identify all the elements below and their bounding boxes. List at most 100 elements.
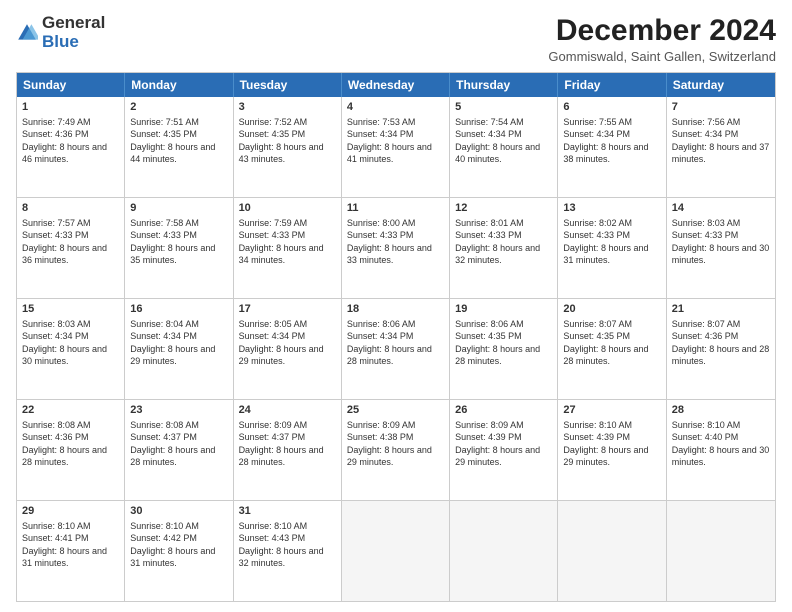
calendar-row: 22Sunrise: 8:08 AM Sunset: 4:36 PM Dayli… — [17, 399, 775, 500]
day-number: 4 — [347, 100, 444, 115]
day-info: Sunrise: 7:51 AM Sunset: 4:35 PM Dayligh… — [130, 116, 227, 166]
day-info: Sunrise: 8:03 AM Sunset: 4:33 PM Dayligh… — [672, 217, 770, 267]
day-number: 30 — [130, 504, 227, 519]
day-number: 15 — [22, 302, 119, 317]
day-info: Sunrise: 8:06 AM Sunset: 4:35 PM Dayligh… — [455, 318, 552, 368]
day-info: Sunrise: 8:06 AM Sunset: 4:34 PM Dayligh… — [347, 318, 444, 368]
weekday-header: Thursday — [450, 73, 558, 97]
day-info: Sunrise: 7:59 AM Sunset: 4:33 PM Dayligh… — [239, 217, 336, 267]
day-number: 25 — [347, 403, 444, 418]
day-number: 11 — [347, 201, 444, 216]
calendar-cell: 18Sunrise: 8:06 AM Sunset: 4:34 PM Dayli… — [342, 299, 450, 399]
day-number: 9 — [130, 201, 227, 216]
day-info: Sunrise: 8:10 AM Sunset: 4:42 PM Dayligh… — [130, 520, 227, 570]
day-info: Sunrise: 8:09 AM Sunset: 4:38 PM Dayligh… — [347, 419, 444, 469]
day-number: 5 — [455, 100, 552, 115]
day-info: Sunrise: 8:02 AM Sunset: 4:33 PM Dayligh… — [563, 217, 660, 267]
weekday-header: Wednesday — [342, 73, 450, 97]
calendar-cell: 28Sunrise: 8:10 AM Sunset: 4:40 PM Dayli… — [667, 400, 775, 500]
day-info: Sunrise: 8:07 AM Sunset: 4:36 PM Dayligh… — [672, 318, 770, 368]
calendar-cell: 9Sunrise: 7:58 AM Sunset: 4:33 PM Daylig… — [125, 198, 233, 298]
calendar-cell: 7Sunrise: 7:56 AM Sunset: 4:34 PM Daylig… — [667, 97, 775, 197]
day-info: Sunrise: 8:10 AM Sunset: 4:43 PM Dayligh… — [239, 520, 336, 570]
day-info: Sunrise: 8:08 AM Sunset: 4:36 PM Dayligh… — [22, 419, 119, 469]
day-info: Sunrise: 8:09 AM Sunset: 4:37 PM Dayligh… — [239, 419, 336, 469]
calendar-cell: 24Sunrise: 8:09 AM Sunset: 4:37 PM Dayli… — [234, 400, 342, 500]
calendar-cell: 14Sunrise: 8:03 AM Sunset: 4:33 PM Dayli… — [667, 198, 775, 298]
day-number: 19 — [455, 302, 552, 317]
calendar-cell: 26Sunrise: 8:09 AM Sunset: 4:39 PM Dayli… — [450, 400, 558, 500]
day-number: 22 — [22, 403, 119, 418]
calendar-cell: 29Sunrise: 8:10 AM Sunset: 4:41 PM Dayli… — [17, 501, 125, 601]
day-number: 31 — [239, 504, 336, 519]
day-number: 8 — [22, 201, 119, 216]
calendar-cell: 6Sunrise: 7:55 AM Sunset: 4:34 PM Daylig… — [558, 97, 666, 197]
day-info: Sunrise: 8:09 AM Sunset: 4:39 PM Dayligh… — [455, 419, 552, 469]
calendar-header: SundayMondayTuesdayWednesdayThursdayFrid… — [17, 73, 775, 97]
calendar-cell — [667, 501, 775, 601]
day-number: 26 — [455, 403, 552, 418]
day-number: 17 — [239, 302, 336, 317]
calendar-row: 8Sunrise: 7:57 AM Sunset: 4:33 PM Daylig… — [17, 197, 775, 298]
weekday-header: Monday — [125, 73, 233, 97]
day-info: Sunrise: 7:58 AM Sunset: 4:33 PM Dayligh… — [130, 217, 227, 267]
calendar-cell: 4Sunrise: 7:53 AM Sunset: 4:34 PM Daylig… — [342, 97, 450, 197]
day-info: Sunrise: 8:08 AM Sunset: 4:37 PM Dayligh… — [130, 419, 227, 469]
logo: General Blue — [16, 14, 105, 51]
day-number: 2 — [130, 100, 227, 115]
calendar-cell: 13Sunrise: 8:02 AM Sunset: 4:33 PM Dayli… — [558, 198, 666, 298]
calendar-cell: 20Sunrise: 8:07 AM Sunset: 4:35 PM Dayli… — [558, 299, 666, 399]
day-number: 10 — [239, 201, 336, 216]
calendar-cell — [450, 501, 558, 601]
calendar-cell: 27Sunrise: 8:10 AM Sunset: 4:39 PM Dayli… — [558, 400, 666, 500]
day-number: 14 — [672, 201, 770, 216]
day-info: Sunrise: 8:03 AM Sunset: 4:34 PM Dayligh… — [22, 318, 119, 368]
location: Gommiswald, Saint Gallen, Switzerland — [548, 49, 776, 64]
day-info: Sunrise: 8:10 AM Sunset: 4:41 PM Dayligh… — [22, 520, 119, 570]
calendar-cell — [558, 501, 666, 601]
weekday-header: Saturday — [667, 73, 775, 97]
weekday-header: Tuesday — [234, 73, 342, 97]
day-info: Sunrise: 7:52 AM Sunset: 4:35 PM Dayligh… — [239, 116, 336, 166]
calendar-cell — [342, 501, 450, 601]
page: General Blue December 2024 Gommiswald, S… — [0, 0, 792, 612]
day-number: 1 — [22, 100, 119, 115]
month-title: December 2024 — [548, 14, 776, 47]
calendar-cell: 1Sunrise: 7:49 AM Sunset: 4:36 PM Daylig… — [17, 97, 125, 197]
day-number: 13 — [563, 201, 660, 216]
day-number: 16 — [130, 302, 227, 317]
calendar-cell: 22Sunrise: 8:08 AM Sunset: 4:36 PM Dayli… — [17, 400, 125, 500]
day-number: 3 — [239, 100, 336, 115]
calendar-cell: 30Sunrise: 8:10 AM Sunset: 4:42 PM Dayli… — [125, 501, 233, 601]
day-info: Sunrise: 7:53 AM Sunset: 4:34 PM Dayligh… — [347, 116, 444, 166]
calendar-cell: 11Sunrise: 8:00 AM Sunset: 4:33 PM Dayli… — [342, 198, 450, 298]
calendar-cell: 15Sunrise: 8:03 AM Sunset: 4:34 PM Dayli… — [17, 299, 125, 399]
day-info: Sunrise: 8:00 AM Sunset: 4:33 PM Dayligh… — [347, 217, 444, 267]
day-number: 24 — [239, 403, 336, 418]
calendar-cell: 5Sunrise: 7:54 AM Sunset: 4:34 PM Daylig… — [450, 97, 558, 197]
day-number: 29 — [22, 504, 119, 519]
calendar-row: 15Sunrise: 8:03 AM Sunset: 4:34 PM Dayli… — [17, 298, 775, 399]
day-number: 27 — [563, 403, 660, 418]
day-info: Sunrise: 7:56 AM Sunset: 4:34 PM Dayligh… — [672, 116, 770, 166]
day-info: Sunrise: 7:54 AM Sunset: 4:34 PM Dayligh… — [455, 116, 552, 166]
calendar-cell: 10Sunrise: 7:59 AM Sunset: 4:33 PM Dayli… — [234, 198, 342, 298]
weekday-header: Friday — [558, 73, 666, 97]
logo-icon — [16, 22, 38, 44]
day-info: Sunrise: 8:04 AM Sunset: 4:34 PM Dayligh… — [130, 318, 227, 368]
calendar-cell: 19Sunrise: 8:06 AM Sunset: 4:35 PM Dayli… — [450, 299, 558, 399]
calendar-cell: 23Sunrise: 8:08 AM Sunset: 4:37 PM Dayli… — [125, 400, 233, 500]
calendar-cell: 12Sunrise: 8:01 AM Sunset: 4:33 PM Dayli… — [450, 198, 558, 298]
calendar-cell: 21Sunrise: 8:07 AM Sunset: 4:36 PM Dayli… — [667, 299, 775, 399]
calendar-cell: 25Sunrise: 8:09 AM Sunset: 4:38 PM Dayli… — [342, 400, 450, 500]
day-info: Sunrise: 8:10 AM Sunset: 4:40 PM Dayligh… — [672, 419, 770, 469]
day-number: 6 — [563, 100, 660, 115]
title-block: December 2024 Gommiswald, Saint Gallen, … — [548, 14, 776, 64]
day-info: Sunrise: 8:07 AM Sunset: 4:35 PM Dayligh… — [563, 318, 660, 368]
header: General Blue December 2024 Gommiswald, S… — [16, 14, 776, 64]
day-number: 7 — [672, 100, 770, 115]
day-number: 28 — [672, 403, 770, 418]
day-number: 21 — [672, 302, 770, 317]
logo-text: General Blue — [42, 14, 105, 51]
calendar-cell: 17Sunrise: 8:05 AM Sunset: 4:34 PM Dayli… — [234, 299, 342, 399]
